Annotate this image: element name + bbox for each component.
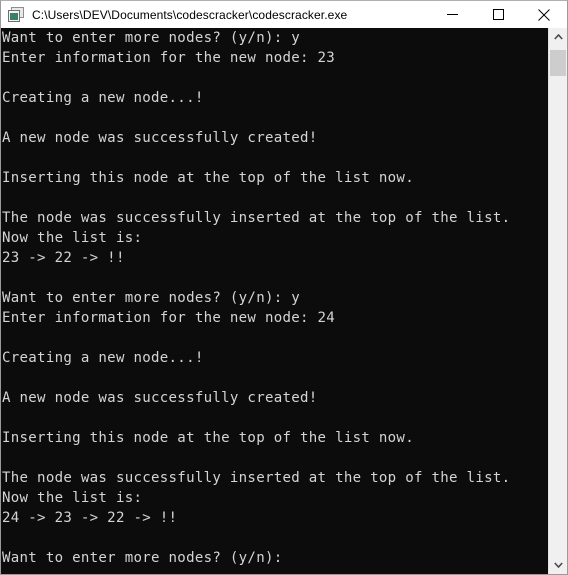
console-output-area[interactable]: Want to enter more nodes? (y/n): y Enter… [1, 28, 567, 574]
vertical-scrollbar[interactable] [548, 28, 567, 574]
close-button[interactable] [521, 2, 567, 28]
console-window: C:\Users\DEV\Documents\codescracker\code… [0, 0, 568, 575]
scrollbar-thumb[interactable] [550, 50, 566, 76]
title-bar[interactable]: C:\Users\DEV\Documents\codescracker\code… [1, 1, 567, 29]
maximize-button[interactable] [475, 2, 521, 28]
minimize-button[interactable] [429, 2, 475, 28]
console-text: Want to enter more nodes? (y/n): y Enter… [2, 30, 511, 566]
icon-front-pane [8, 9, 20, 22]
console-window-icon [8, 6, 24, 23]
scroll-up-arrow-icon[interactable] [549, 28, 567, 46]
window-title: C:\Users\DEV\Documents\codescracker\code… [32, 7, 348, 22]
scroll-down-arrow-icon[interactable] [549, 556, 567, 574]
